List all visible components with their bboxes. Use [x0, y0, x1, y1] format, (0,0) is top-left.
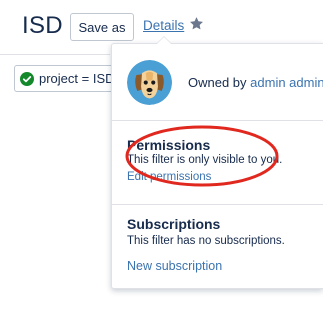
save-as-button[interactable]: Save as — [70, 13, 134, 41]
dog-avatar — [127, 60, 172, 105]
edit-permissions-link[interactable]: Edit permissions — [127, 171, 211, 183]
owner-text: Owned by admin admin — [188, 75, 323, 90]
permissions-heading: Permissions — [127, 137, 211, 153]
details-link[interactable]: Details — [143, 18, 184, 33]
filter-details-popup: Owned by admin admin Permissions This fi… — [111, 36, 323, 289]
jql-query-text: project = ISD — [39, 71, 114, 86]
popup-divider — [112, 204, 323, 205]
jql-query-field[interactable]: project = ISD — [14, 65, 114, 92]
valid-check-icon — [20, 71, 34, 86]
star-icon[interactable] — [189, 16, 204, 31]
subscriptions-heading: Subscriptions — [127, 216, 221, 232]
subscriptions-text: This filter has no subscriptions. — [127, 235, 285, 247]
popup-divider — [112, 120, 323, 121]
page-title: ISD — [22, 12, 63, 39]
issue-search-panel — [0, 54, 110, 317]
new-subscription-link[interactable]: New subscription — [127, 259, 222, 273]
owner-prefix: Owned by — [188, 75, 251, 90]
owner-row: Owned by admin admin — [127, 60, 323, 105]
permissions-text: This filter is only visible to you. — [127, 154, 283, 166]
owner-name-link[interactable]: admin admin — [250, 75, 323, 90]
